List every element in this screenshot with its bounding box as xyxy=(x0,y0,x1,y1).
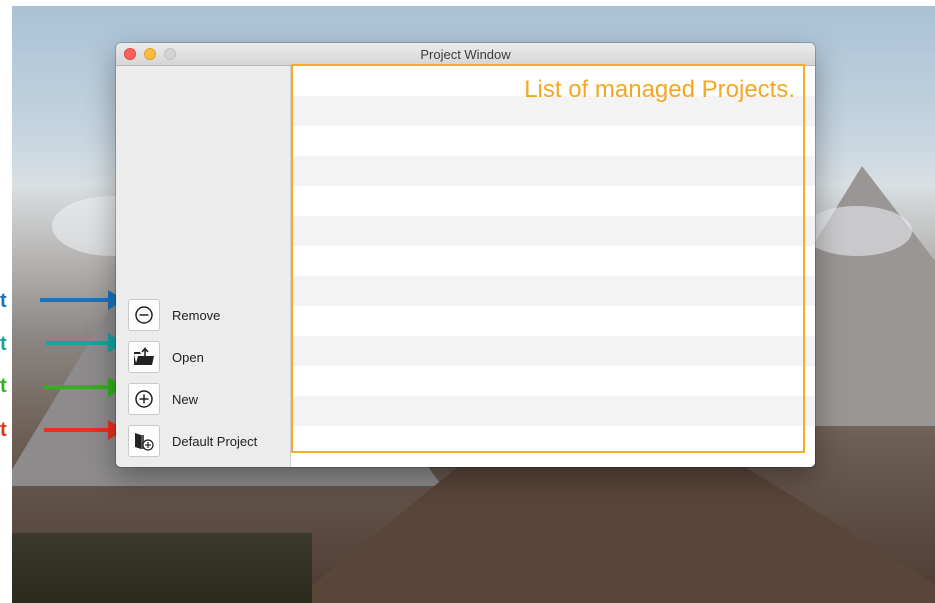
annotation-box: List of managed Projects. xyxy=(291,64,805,453)
default-project-icon[interactable] xyxy=(128,425,160,457)
remove-label: Remove xyxy=(172,307,221,323)
new-label: New xyxy=(172,391,199,407)
annotation-label: List of managed Projects. xyxy=(524,76,795,103)
remove-button[interactable]: Remove xyxy=(128,299,221,331)
minus-circle-icon[interactable] xyxy=(128,299,160,331)
arrow-letter: t xyxy=(0,419,7,441)
sidebar: Remove Open New Default Project xyxy=(116,66,290,467)
title-bar[interactable]: Project Window xyxy=(116,43,815,66)
open-button[interactable]: Open xyxy=(128,341,204,373)
arrow-new xyxy=(44,377,124,397)
open-label: Open xyxy=(172,349,204,365)
arrow-letter: t xyxy=(0,290,7,312)
snow-patch xyxy=(802,206,912,256)
arrow-remove xyxy=(40,290,124,310)
arrow-open xyxy=(46,333,124,353)
arrow-letter: t xyxy=(0,333,7,355)
arrow-letter: t xyxy=(0,375,7,397)
new-button[interactable]: New xyxy=(128,383,199,415)
default-project-label: Default Project xyxy=(172,433,258,449)
arrow-default-project xyxy=(44,420,124,440)
window-title: Project Window xyxy=(420,47,511,62)
forest-strip xyxy=(12,533,312,603)
plus-circle-icon[interactable] xyxy=(128,383,160,415)
default-project-button[interactable]: Default Project xyxy=(128,425,258,457)
open-folder-icon[interactable] xyxy=(128,341,160,373)
